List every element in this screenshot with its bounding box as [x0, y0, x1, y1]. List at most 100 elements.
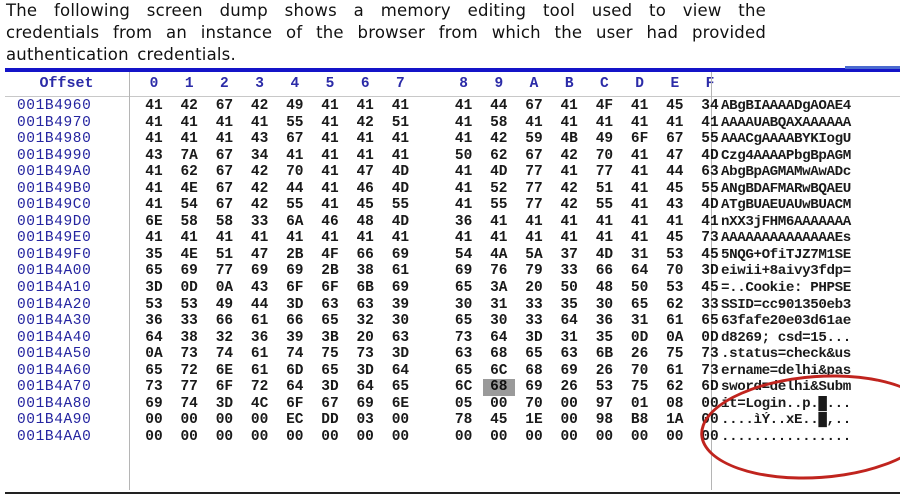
hex-byte[interactable]: 41 — [173, 131, 205, 148]
hex-byte[interactable]: 3D — [279, 297, 311, 314]
hex-byte[interactable]: 33 — [553, 263, 585, 280]
row-offset[interactable]: 001B4980 — [17, 131, 127, 148]
hex-byte[interactable]: 65 — [138, 363, 170, 380]
ascii-text[interactable]: d8269; csd=15... — [721, 330, 900, 347]
hex-byte[interactable]: 48 — [588, 280, 620, 297]
hex-byte[interactable]: 03 — [349, 412, 381, 429]
hex-byte[interactable]: 2B — [279, 247, 311, 264]
hex-byte[interactable]: 41 — [659, 115, 691, 132]
hex-byte[interactable]: 00 — [244, 429, 276, 446]
hex-byte[interactable]: 00 — [659, 429, 691, 446]
hex-byte[interactable]: 41 — [349, 98, 381, 115]
hex-byte[interactable]: 41 — [314, 164, 346, 181]
hex-byte[interactable]: 41 — [448, 164, 480, 181]
ascii-text[interactable]: ername=delhi&pas — [721, 363, 900, 380]
hex-byte[interactable]: 41 — [138, 181, 170, 198]
hex-byte[interactable]: 51 — [588, 181, 620, 198]
hex-byte[interactable]: 4A — [483, 247, 515, 264]
hex-byte[interactable]: 66 — [588, 263, 620, 280]
hex-byte[interactable]: 61 — [659, 313, 691, 330]
row-offset[interactable]: 001B4A30 — [17, 313, 127, 330]
hex-byte[interactable]: 65 — [384, 379, 416, 396]
hex-byte[interactable]: 43 — [244, 131, 276, 148]
hex-byte[interactable]: 41 — [138, 230, 170, 247]
hex-byte[interactable]: 41 — [384, 148, 416, 165]
hex-byte[interactable]: 58 — [483, 115, 515, 132]
hex-byte[interactable]: 53 — [588, 379, 620, 396]
hex-byte[interactable]: 4D — [384, 181, 416, 198]
hex-byte[interactable]: 41 — [553, 230, 585, 247]
hex-byte[interactable]: 58 — [208, 214, 240, 231]
hex-byte[interactable]: 64 — [279, 379, 311, 396]
hex-byte[interactable]: 64 — [553, 313, 585, 330]
hex-byte[interactable]: 41 — [384, 230, 416, 247]
hex-byte[interactable]: 4E — [173, 181, 205, 198]
hex-byte[interactable]: 77 — [518, 181, 550, 198]
hex-byte[interactable]: 48 — [349, 214, 381, 231]
hex-byte[interactable]: 69 — [553, 363, 585, 380]
row-offset[interactable]: 001B4AA0 — [17, 429, 127, 446]
hex-byte[interactable]: 41 — [314, 98, 346, 115]
hex-byte[interactable]: 55 — [279, 115, 311, 132]
hex-byte[interactable]: 00 — [138, 429, 170, 446]
hex-byte[interactable]: 35 — [553, 297, 585, 314]
hex-byte[interactable]: 70 — [624, 363, 656, 380]
ascii-text[interactable]: SSID=cc901350eb3 — [721, 297, 900, 314]
column-header-7[interactable]: 7 — [384, 72, 416, 96]
hex-byte[interactable]: 65 — [314, 363, 346, 380]
offset-column-header[interactable]: Offset — [5, 72, 128, 96]
hex-byte[interactable]: 53 — [659, 280, 691, 297]
hex-byte[interactable]: 75 — [624, 379, 656, 396]
hex-byte[interactable]: 77 — [518, 197, 550, 214]
hex-byte[interactable]: 77 — [208, 263, 240, 280]
hex-byte[interactable]: 49 — [208, 297, 240, 314]
hex-byte[interactable]: 26 — [553, 379, 585, 396]
hex-byte[interactable]: 3B — [314, 330, 346, 347]
hex-byte[interactable]: 50 — [448, 148, 480, 165]
hex-byte[interactable]: 20 — [349, 330, 381, 347]
hex-byte[interactable]: 64 — [138, 330, 170, 347]
column-header-a[interactable]: A — [518, 72, 550, 96]
hex-byte[interactable]: 68 — [482, 379, 515, 396]
hex-byte[interactable]: 4F — [588, 98, 620, 115]
hex-byte[interactable]: 72 — [244, 379, 276, 396]
hex-byte[interactable]: 41 — [448, 197, 480, 214]
hex-byte[interactable]: 74 — [208, 346, 240, 363]
hex-byte[interactable]: 68 — [483, 346, 515, 363]
hex-byte[interactable]: 20 — [518, 280, 550, 297]
hex-byte[interactable]: 41 — [384, 98, 416, 115]
hex-byte[interactable]: 00 — [173, 429, 205, 446]
hex-byte[interactable]: 65 — [314, 313, 346, 330]
row-offset[interactable]: 001B49C0 — [17, 197, 127, 214]
hex-byte[interactable]: 42 — [244, 98, 276, 115]
hex-byte[interactable]: 67 — [208, 148, 240, 165]
row-offset[interactable]: 001B4A70 — [17, 379, 127, 396]
hex-byte[interactable]: 43 — [138, 148, 170, 165]
hex-viewer[interactable]: Offset 0123456789ABCDEF 001B4960 41 42 67 42… — [5, 72, 900, 492]
hex-byte[interactable]: 41 — [138, 197, 170, 214]
hex-byte[interactable]: 65 — [448, 313, 480, 330]
hex-byte[interactable]: 4C — [244, 396, 276, 413]
hex-byte[interactable]: 70 — [279, 164, 311, 181]
hex-byte[interactable]: 41 — [448, 115, 480, 132]
column-header-1[interactable]: 1 — [173, 72, 205, 96]
hex-byte[interactable]: 41 — [518, 115, 550, 132]
hex-byte[interactable]: 41 — [208, 230, 240, 247]
hex-byte[interactable]: 6E — [208, 363, 240, 380]
hex-byte[interactable]: 0A — [659, 330, 691, 347]
hex-byte[interactable]: 42 — [244, 181, 276, 198]
hex-byte[interactable]: 46 — [349, 181, 381, 198]
hex-byte[interactable]: 41 — [314, 115, 346, 132]
hex-byte[interactable]: 68 — [518, 363, 550, 380]
hex-byte[interactable]: 51 — [384, 115, 416, 132]
hex-byte[interactable]: 0D — [624, 330, 656, 347]
hex-byte[interactable]: 4B — [553, 131, 585, 148]
hex-byte[interactable]: 35 — [588, 330, 620, 347]
hex-byte[interactable]: 43 — [659, 197, 691, 214]
hex-byte[interactable]: 41 — [624, 115, 656, 132]
ascii-text[interactable]: ANgBDAFMARwBQAEU — [721, 181, 900, 198]
row-offset[interactable]: 001B4960 — [17, 98, 127, 115]
hex-byte[interactable]: 42 — [553, 148, 585, 165]
hex-byte[interactable]: 55 — [483, 197, 515, 214]
hex-byte[interactable]: 45 — [483, 412, 515, 429]
